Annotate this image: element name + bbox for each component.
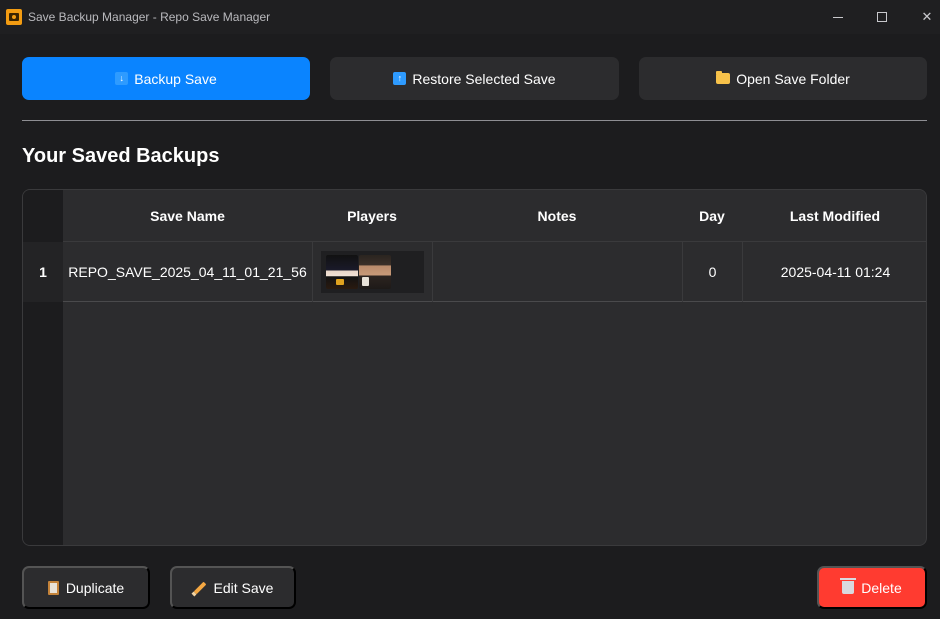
row-number[interactable]: 1 (23, 242, 63, 302)
open-save-folder-label: Open Save Folder (736, 70, 850, 87)
column-header-notes[interactable]: Notes (432, 190, 682, 242)
pencil-icon (193, 581, 206, 594)
window-title: Save Backup Manager - Repo Save Manager (28, 10, 271, 24)
minimize-button[interactable] (826, 5, 850, 29)
maximize-button[interactable] (870, 5, 894, 29)
column-header-last-modified[interactable]: Last Modified (742, 190, 926, 242)
player-avatar-2 (359, 255, 391, 289)
duplicate-button[interactable]: Duplicate (22, 566, 150, 609)
minimize-icon (833, 16, 843, 18)
cell-day[interactable]: 0 (682, 242, 742, 302)
download-arrow-icon: ↓ (115, 72, 129, 85)
restore-selected-save-button[interactable]: ↑ Restore Selected Save (330, 57, 619, 100)
restore-selected-save-label: Restore Selected Save (412, 70, 556, 87)
section-divider (22, 120, 927, 121)
folder-icon (716, 71, 731, 84)
column-header-save-name[interactable]: Save Name (63, 190, 312, 242)
upload-arrow-icon: ↑ (393, 72, 407, 85)
table-row[interactable]: 1 REPO_SAVE_2025_04_11_01_21_56 0 2025-0… (23, 242, 926, 302)
cell-players[interactable] (312, 242, 432, 302)
clipboard-icon (47, 580, 59, 595)
edit-save-label: Edit Save (213, 579, 274, 596)
app-floppy-icon (6, 9, 22, 25)
player-avatar-1 (326, 255, 358, 289)
edit-save-button[interactable]: Edit Save (170, 566, 296, 609)
page-title: Your Saved Backups (22, 145, 220, 167)
table-header: Save Name Players Notes Day Last Modifie… (63, 190, 926, 242)
delete-button[interactable]: Delete (817, 566, 927, 609)
maximize-icon (877, 12, 887, 22)
close-button[interactable]: ✕ (915, 5, 939, 29)
column-header-day[interactable]: Day (682, 190, 742, 242)
title-bar: Save Backup Manager - Repo Save Manager … (0, 0, 940, 34)
cell-last-modified[interactable]: 2025-04-11 01:24 (742, 242, 926, 302)
trash-icon (840, 578, 857, 594)
close-icon: ✕ (921, 9, 933, 24)
backup-save-label: Backup Save (134, 70, 217, 87)
cell-notes[interactable] (432, 242, 682, 302)
backups-table[interactable]: Save Name Players Notes Day Last Modifie… (22, 189, 927, 546)
players-thumbnail-strip (321, 251, 424, 293)
cell-save-name[interactable]: REPO_SAVE_2025_04_11_01_21_56 (63, 242, 312, 302)
open-save-folder-button[interactable]: Open Save Folder (639, 57, 927, 100)
backup-save-button[interactable]: ↓ Backup Save (22, 57, 310, 100)
duplicate-label: Duplicate (65, 579, 125, 596)
delete-label: Delete (861, 579, 902, 596)
column-header-players[interactable]: Players (312, 190, 432, 242)
